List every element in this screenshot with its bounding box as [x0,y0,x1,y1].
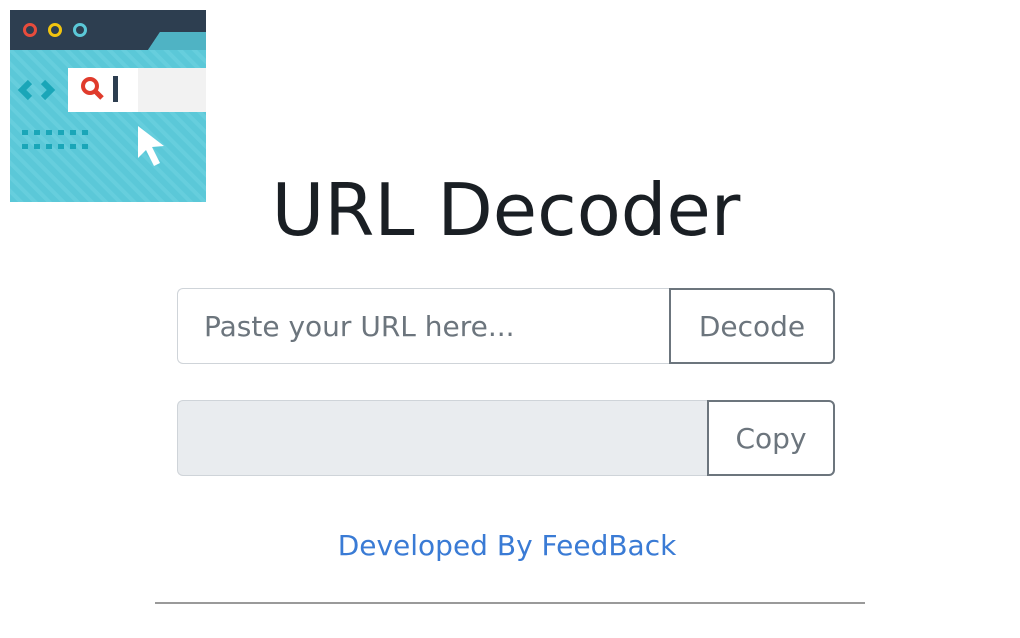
decoded-output-field[interactable] [177,400,707,476]
copy-button[interactable]: Copy [707,400,835,476]
url-input[interactable] [177,288,669,364]
developer-link[interactable]: Developed By FeedBack [0,526,1014,566]
page-title: URL Decoder [271,168,741,252]
decode-input-group: Decode [177,288,835,364]
page: URL Decoder Decode Copy Developed By Fee… [0,0,1020,638]
decode-button[interactable]: Decode [669,288,835,364]
output-group: Copy [177,400,835,476]
footer-divider [155,602,865,604]
